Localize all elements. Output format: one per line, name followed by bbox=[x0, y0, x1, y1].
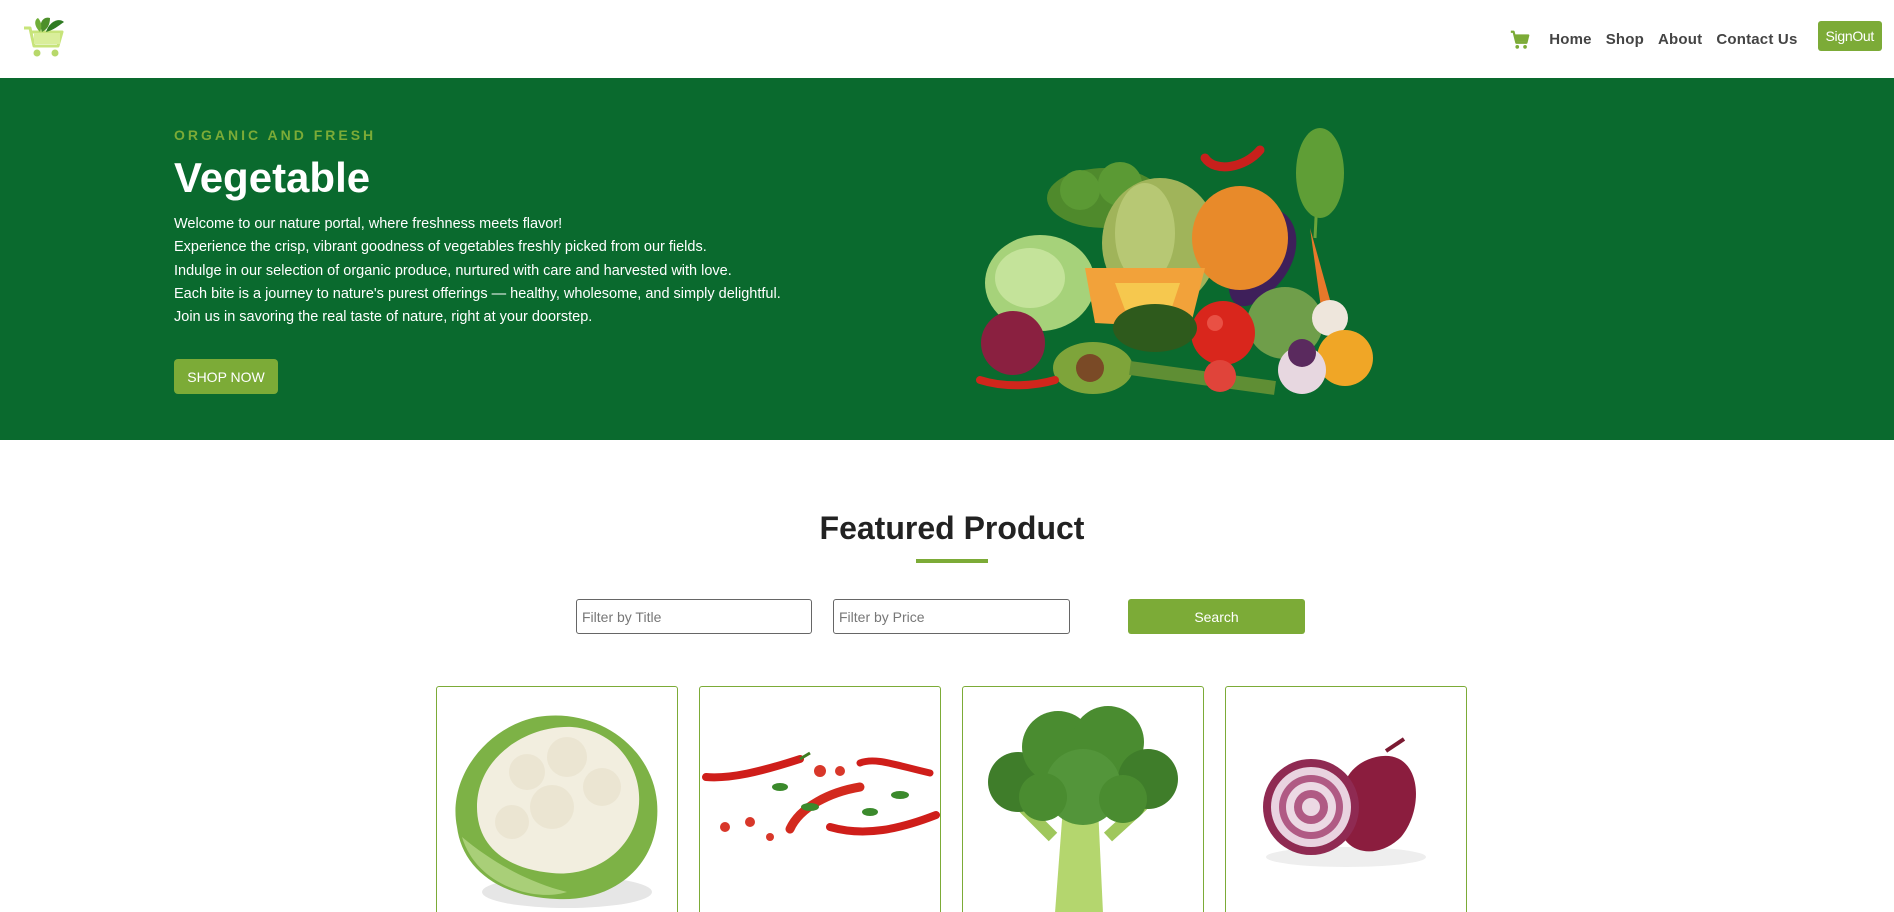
broccoli-image bbox=[988, 706, 1178, 912]
nav-shop[interactable]: Shop bbox=[1606, 31, 1644, 48]
search-button[interactable]: Search bbox=[1128, 599, 1305, 634]
product-card[interactable] bbox=[1225, 686, 1467, 912]
nav-about[interactable]: About bbox=[1658, 31, 1702, 48]
signout-button[interactable]: SignOut bbox=[1817, 21, 1882, 51]
hero-line: Join us in savoring the real taste of na… bbox=[174, 309, 593, 326]
vegetable-pile-image bbox=[976, 128, 1373, 395]
hero-line: Indulge in our selection of organic prod… bbox=[174, 262, 732, 279]
product-card[interactable] bbox=[436, 686, 678, 912]
product-card[interactable] bbox=[962, 686, 1204, 912]
hero-line: Welcome to our nature portal, where fres… bbox=[174, 216, 563, 232]
red-chili-image bbox=[702, 751, 940, 841]
hero-eyebrow: ORGANIC AND FRESH bbox=[174, 127, 377, 143]
cart-icon[interactable] bbox=[1509, 29, 1531, 51]
site-header: Home Shop About Contact Us SignOut bbox=[0, 0, 1894, 78]
product-card[interactable] bbox=[699, 686, 941, 912]
hero-banner: ORGANIC AND FRESH Vegetable Welcome to o… bbox=[0, 78, 1894, 440]
cauliflower-image bbox=[455, 715, 658, 908]
hero-description: Welcome to our nature portal, where fres… bbox=[174, 213, 874, 329]
shopping-cart-leaf-logo[interactable] bbox=[20, 14, 70, 62]
hero-title: Vegetable bbox=[174, 154, 371, 201]
nav-contact-us[interactable]: Contact Us bbox=[1716, 31, 1797, 48]
filter-price-input[interactable] bbox=[833, 599, 1070, 634]
hero-line: Experience the crisp, vibrant goodness o… bbox=[174, 239, 707, 256]
red-onion-image bbox=[1263, 737, 1426, 867]
hero-line: Each bite is a journey to nature's pures… bbox=[174, 285, 781, 302]
featured-title: Featured Product bbox=[819, 510, 1085, 546]
filter-title-input[interactable] bbox=[576, 599, 812, 634]
shop-now-button[interactable]: SHOP NOW bbox=[174, 359, 278, 394]
main-nav: Home Shop About Contact Us SignOut bbox=[1509, 0, 1882, 78]
nav-home[interactable]: Home bbox=[1549, 31, 1591, 48]
title-underline bbox=[916, 559, 988, 563]
